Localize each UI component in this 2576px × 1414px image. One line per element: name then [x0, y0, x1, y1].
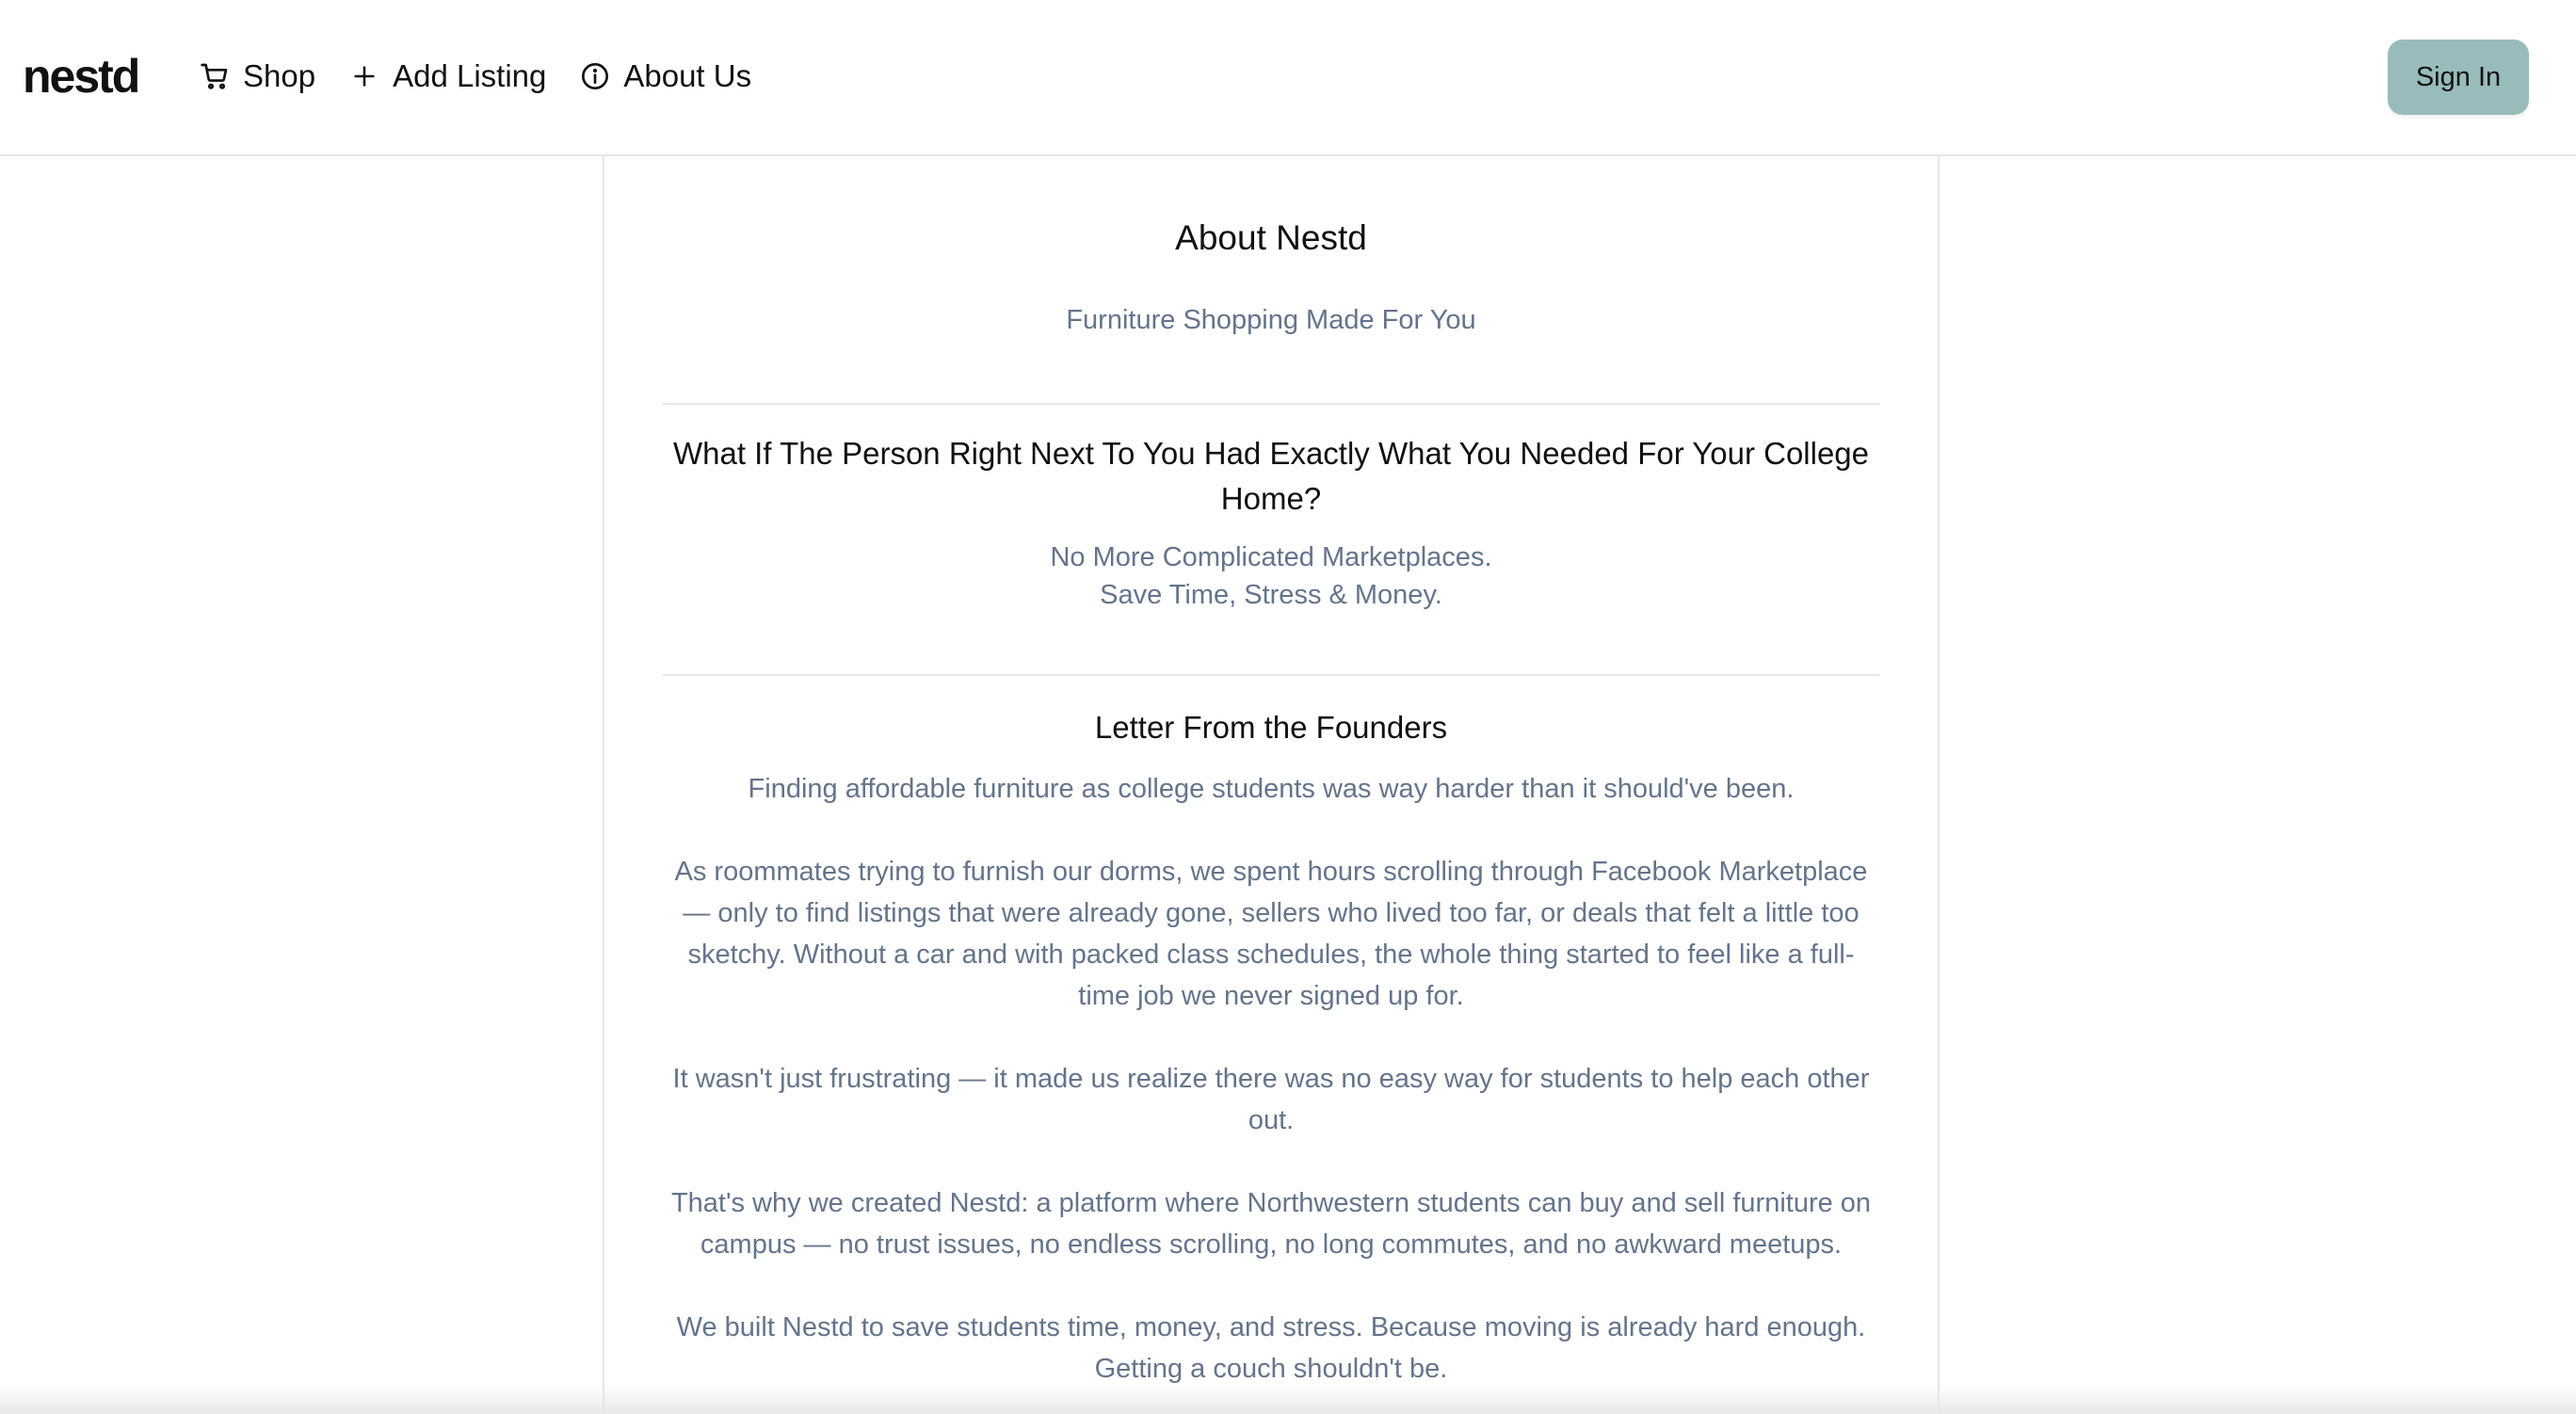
- letter-paragraph-3: It wasn't just frustrating — it made us …: [672, 1064, 1870, 1135]
- letter-paragraph-4: That's why we created Nestd: a platform …: [670, 1188, 1872, 1260]
- nav-add-listing[interactable]: Add Listing: [347, 45, 546, 107]
- nav-shop-label: Shop: [243, 58, 316, 93]
- info-icon: [578, 59, 612, 93]
- page: nestd Shop Add Listing About Us Sign In …: [0, 0, 2576, 1414]
- bottom-shadow: [0, 1384, 2576, 1414]
- divider: [663, 674, 1879, 676]
- question-heading: What If The Person Right Next To You Had…: [672, 436, 1870, 516]
- nav-about-us[interactable]: About Us: [578, 45, 751, 107]
- page-title: About Nestd: [1175, 218, 1367, 257]
- nav-about-us-label: About Us: [623, 58, 752, 93]
- letter-paragraph-2: As roommates trying to furnish our dorms…: [674, 857, 1868, 1011]
- nav-shop[interactable]: Shop: [198, 45, 315, 107]
- plus-icon: [347, 59, 381, 93]
- page-subtitle: Furniture Shopping Made For You: [1066, 305, 1476, 335]
- divider: [663, 403, 1879, 405]
- about-card: About Nestd Furniture Shopping Made For …: [603, 156, 1940, 1414]
- nav-add-listing-label: Add Listing: [393, 58, 547, 93]
- letter-paragraph-5: We built Nestd to save students time, mo…: [676, 1312, 1866, 1384]
- tagline-line-2: Save Time, Stress & Money.: [1100, 580, 1442, 610]
- letter-paragraph-1: Finding affordable furniture as college …: [748, 774, 1795, 804]
- sign-in-button[interactable]: Sign In: [2388, 40, 2529, 115]
- tagline-line-1: No More Complicated Marketplaces.: [1050, 542, 1492, 572]
- nav-links: Shop Add Listing About Us: [198, 45, 783, 107]
- cart-icon: [198, 59, 232, 93]
- logo[interactable]: nestd: [23, 43, 140, 109]
- letter-title: Letter From the Founders: [1094, 710, 1448, 745]
- navbar: nestd Shop Add Listing About Us Sign In: [0, 0, 2576, 156]
